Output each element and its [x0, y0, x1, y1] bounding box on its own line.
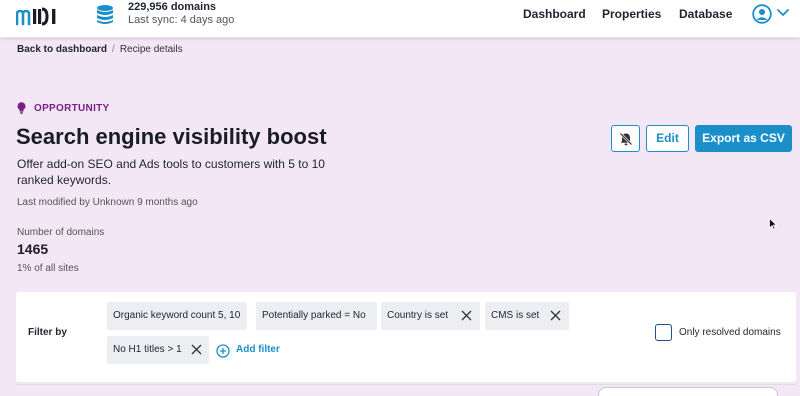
add-filter-label: Add filter	[236, 344, 280, 355]
nav-link-properties[interactable]: Properties	[602, 7, 661, 21]
lightbulb-icon	[17, 102, 26, 114]
mute-notifications-button[interactable]	[611, 125, 640, 152]
domain-count-value: 1465	[17, 241, 49, 257]
filter-chip-h1-titles[interactable]: No H1 titles > 1	[107, 336, 209, 364]
plus-circle-icon	[216, 344, 230, 358]
app-logo[interactable]	[16, 6, 62, 26]
domain-count-label: Number of domains	[17, 227, 105, 238]
filter-chip-country[interactable]: Country is set	[381, 302, 480, 330]
edit-button[interactable]: Edit	[646, 125, 689, 152]
filter-chip-label: Potentially parked = No	[262, 310, 366, 321]
remove-filter-icon[interactable]	[461, 310, 472, 321]
nav-link-dashboard[interactable]: Dashboard	[523, 7, 586, 21]
domain-count: 229,956 domains	[128, 1, 217, 13]
filter-chip-cms[interactable]: CMS is set	[485, 302, 569, 330]
export-csv-button[interactable]: Export as CSV	[695, 125, 792, 152]
filter-chip-parked[interactable]: Potentially parked = No	[256, 302, 377, 330]
last-modified-text: Last modified by Unknown 9 months ago	[17, 197, 198, 208]
recipe-description: Offer add-on SEO and Ads tools to custom…	[17, 157, 325, 187]
top-navbar: 229,956 domains Last sync: 4 days ago Da…	[0, 0, 800, 38]
nav-link-database[interactable]: Database	[679, 7, 732, 21]
user-circle-icon[interactable]	[752, 4, 772, 24]
mouse-pointer-icon	[769, 218, 777, 230]
page-title: Search engine visibility boost	[16, 124, 327, 149]
filter-by-label: Filter by	[28, 327, 67, 338]
domain-share-text: 1% of all sites	[17, 263, 79, 274]
filter-chip-label: Organic keyword count 5, 10	[113, 310, 241, 321]
breadcrumb-separator: /	[112, 44, 115, 55]
filter-chip-label: No H1 titles > 1	[113, 344, 182, 355]
filter-chip-label: CMS is set	[491, 310, 540, 321]
only-resolved-checkbox[interactable]	[655, 324, 672, 341]
breadcrumb: Back to dashboard / Recipe details	[17, 44, 183, 55]
filter-chip-keyword-count[interactable]: Organic keyword count 5, 10	[107, 302, 247, 330]
only-resolved-label[interactable]: Only resolved domains	[679, 327, 781, 338]
recipe-kind-label: OPPORTUNITY	[34, 103, 110, 114]
last-sync-status: Last sync: 4 days ago	[128, 14, 235, 26]
breadcrumb-back-link[interactable]: Back to dashboard	[17, 44, 107, 55]
chevron-down-icon[interactable]	[776, 8, 790, 18]
section-divider	[16, 384, 796, 385]
filter-panel: Filter by Organic keyword count 5, 10 Po…	[16, 292, 796, 382]
filter-chip-label: Country is set	[387, 310, 449, 321]
breadcrumb-current: Recipe details	[119, 44, 183, 55]
remove-filter-icon[interactable]	[550, 310, 561, 321]
database-icon	[97, 5, 113, 24]
partial-search-box[interactable]	[598, 387, 778, 396]
bell-off-icon	[619, 132, 633, 146]
remove-filter-icon[interactable]	[191, 344, 202, 355]
